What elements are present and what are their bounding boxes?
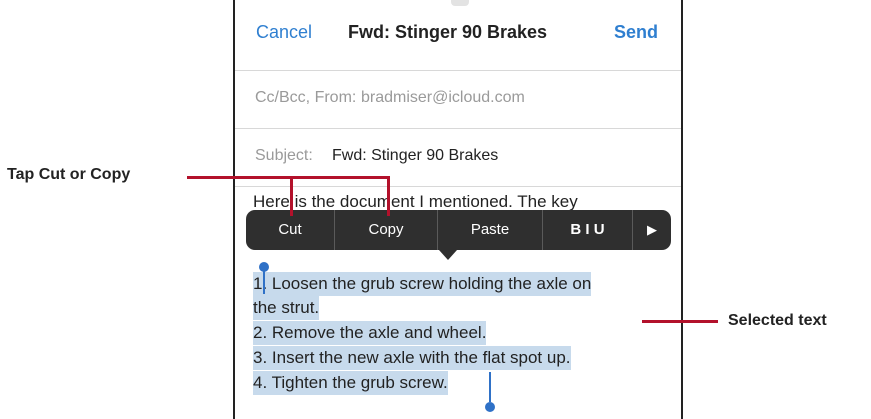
- selected-line: the strut.: [253, 296, 320, 320]
- format-biu-button[interactable]: B I U: [543, 210, 633, 250]
- callout-line-copy: [387, 176, 390, 216]
- callout-line-selected: [642, 320, 718, 323]
- cancel-button[interactable]: Cancel: [256, 22, 312, 43]
- subject-label: Subject:: [255, 147, 313, 164]
- cc-bcc-label: Cc/Bcc, From:: [255, 89, 357, 106]
- selection-end-handle[interactable]: [485, 402, 495, 412]
- drag-handle[interactable]: [451, 0, 469, 6]
- navigation-bar: Cancel Fwd: Stinger 90 Brakes Send: [235, 0, 681, 66]
- selection-end-bar: [489, 372, 491, 402]
- copy-button[interactable]: Copy: [335, 210, 438, 250]
- body-first-line[interactable]: Here is the document I mentioned. The ke…: [253, 192, 578, 212]
- page-title: Fwd: Stinger 90 Brakes: [348, 22, 548, 42]
- cut-button[interactable]: Cut: [246, 210, 335, 250]
- send-button[interactable]: Send: [614, 22, 658, 43]
- selected-line: 2. Remove the axle and wheel.: [253, 321, 487, 345]
- selection-start-bar: [263, 268, 265, 294]
- paste-button[interactable]: Paste: [438, 210, 543, 250]
- callout-selected-text: Selected text: [728, 312, 827, 329]
- cc-bcc-from-field[interactable]: Cc/Bcc, From: bradmiser@icloud.com: [235, 70, 681, 128]
- callout-line-cut: [290, 176, 293, 216]
- selected-line: 1. Loosen the grub screw holding the axl…: [253, 272, 592, 296]
- menu-caret: [439, 250, 457, 260]
- more-arrow-icon[interactable]: ▶: [633, 210, 671, 250]
- callout-line: [187, 176, 389, 179]
- phone-screen: Cancel Fwd: Stinger 90 Brakes Send Cc/Bc…: [233, 0, 683, 419]
- edit-menu: Cut Copy Paste B I U ▶: [246, 210, 671, 250]
- selected-line: 3. Insert the new axle with the flat spo…: [253, 346, 571, 370]
- callout-cut-copy: Tap Cut or Copy: [7, 166, 131, 183]
- subject-value: Fwd: Stinger 90 Brakes: [332, 147, 499, 164]
- selected-line: 4. Tighten the grub screw.: [253, 371, 448, 395]
- from-address: bradmiser@icloud.com: [361, 89, 525, 106]
- selected-text[interactable]: 1. Loosen the grub screw holding the axl…: [253, 268, 673, 406]
